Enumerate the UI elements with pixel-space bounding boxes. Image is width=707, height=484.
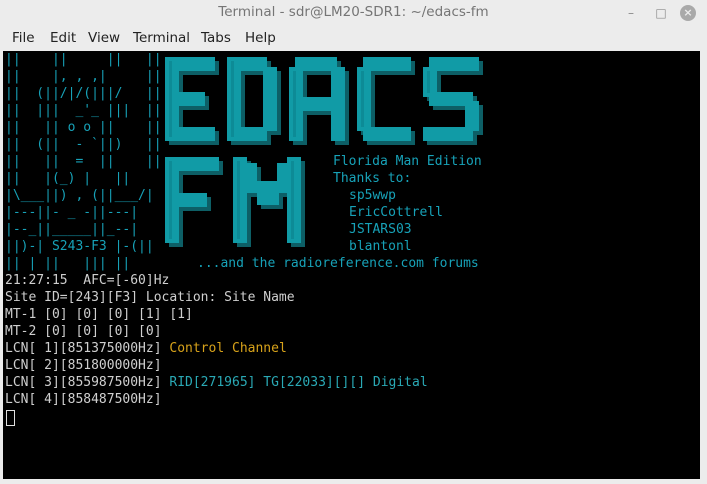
lcn-label: LCN[ 1][851375000Hz] bbox=[5, 341, 162, 356]
terminal-window: Terminal - sdr@LM20-SDR1: ~/edacs-fm – □… bbox=[0, 0, 707, 484]
credit-item: sp5wwp bbox=[349, 188, 396, 203]
lcn-label: LCN[ 3][855987500Hz] bbox=[5, 375, 162, 390]
ascii-art-line: || (||/|/(|||/ || bbox=[5, 86, 162, 101]
terminal-scrollbar[interactable] bbox=[700, 51, 707, 479]
ascii-art-line: || |, , ,| || bbox=[5, 69, 162, 84]
terminal-output[interactable]: || || || || || |, , ,| || || (||/|/(|||/… bbox=[3, 51, 700, 479]
menu-view[interactable]: View bbox=[88, 30, 120, 46]
lcn-row: LCN[ 1][851375000Hz] Control Channel bbox=[5, 340, 287, 357]
lcn-info: Control Channel bbox=[169, 341, 287, 356]
lcn-row: LCN[ 4][858487500Hz] bbox=[5, 391, 162, 408]
ascii-art-line: ||)-| S243-F3 |-(|| bbox=[5, 239, 154, 254]
ascii-art-line: || (|| - `||) || bbox=[5, 137, 162, 152]
lcn-row: LCN[ 2][851800000Hz] bbox=[5, 357, 162, 374]
credit-item: EricCottrell bbox=[349, 205, 443, 220]
menu-terminal[interactable]: Terminal bbox=[133, 30, 190, 46]
lcn-label: LCN[ 4][858487500Hz] bbox=[5, 392, 162, 407]
edition-label: Florida Man Edition bbox=[333, 154, 482, 169]
thanks-label: Thanks to: bbox=[333, 171, 412, 186]
window-title: Terminal - sdr@LM20-SDR1: ~/edacs-fm bbox=[218, 4, 489, 20]
lcn-info: RID[271965] TG[22033][][] Digital bbox=[169, 375, 428, 390]
menu-tabs[interactable]: Tabs bbox=[201, 30, 231, 46]
ascii-art-line: || |(_) | || bbox=[5, 171, 131, 186]
ascii-art-line: || ||| _'_ ||| || bbox=[5, 103, 162, 118]
close-icon[interactable]: × bbox=[680, 5, 696, 21]
menu-file[interactable]: File bbox=[12, 30, 35, 46]
ascii-art-line: || || o o || || bbox=[5, 120, 162, 135]
text-cursor bbox=[6, 410, 15, 426]
ascii-art-line: |--_||_____||_--| bbox=[5, 222, 139, 237]
credit-item: JSTARS03 bbox=[349, 222, 412, 237]
site-line: Site ID=[243][F3] Location: Site Name bbox=[5, 290, 295, 305]
menu-bar: File Edit View Terminal Tabs Help bbox=[0, 27, 707, 49]
ascii-art-line: || || || || bbox=[5, 52, 162, 67]
menu-help[interactable]: Help bbox=[245, 30, 276, 46]
time-afc-line: 21:27:15 AFC=[-60]Hz bbox=[5, 273, 170, 288]
ascii-art-line: || | || ||| || bbox=[5, 256, 131, 271]
mt2-line: MT-2 [0] [0] [0] [0] bbox=[5, 324, 162, 339]
ascii-art-line: || || = || || bbox=[5, 154, 162, 169]
minimize-icon[interactable]: – bbox=[623, 5, 639, 21]
lcn-label: LCN[ 2][851800000Hz] bbox=[5, 358, 162, 373]
menu-edit[interactable]: Edit bbox=[50, 30, 76, 46]
lcn-row: LCN[ 3][855987500Hz] RID[271965] TG[2203… bbox=[5, 374, 428, 391]
credit-item: blantonl bbox=[349, 239, 412, 254]
title-bar[interactable]: Terminal - sdr@LM20-SDR1: ~/edacs-fm – □… bbox=[0, 0, 707, 26]
forums-credit: ...and the radioreference.com forums bbox=[197, 256, 479, 271]
ascii-art-line: |\___||) , (||___/| bbox=[5, 188, 154, 203]
ascii-art-line: |---||- _ -||---| bbox=[5, 205, 139, 220]
mt1-line: MT-1 [0] [0] [0] [1] [1] bbox=[5, 307, 193, 322]
maximize-icon[interactable]: □ bbox=[653, 5, 669, 21]
